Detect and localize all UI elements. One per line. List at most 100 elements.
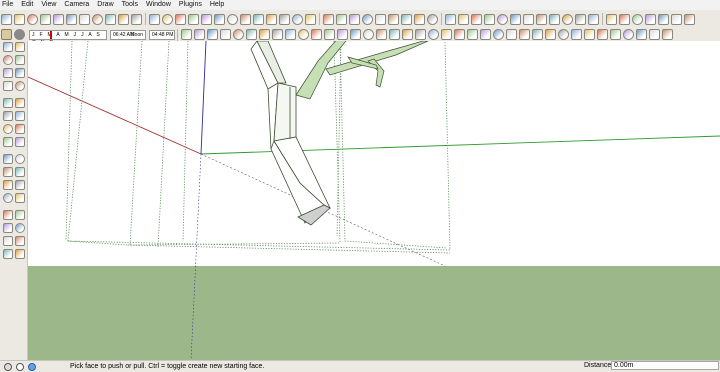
top-view-icon[interactable] [253,13,264,25]
shaded-icon[interactable] [362,13,373,25]
smoove-icon[interactable] [632,13,643,25]
3d-text-icon[interactable] [14,180,25,190]
dimension-icon[interactable] [402,29,413,40]
styles-icon[interactable] [1,29,12,40]
month-slider[interactable]: J F M A M J J A S O N D [29,29,107,46]
menu-view[interactable]: View [37,0,60,10]
dimension-icon[interactable] [14,154,25,164]
redo-icon[interactable] [105,13,116,25]
stamp-icon[interactable] [645,13,656,25]
look-icon[interactable] [545,29,556,40]
measurements-box[interactable]: 0.00m [611,361,719,370]
zoom-icon[interactable] [2,210,13,220]
rectangle-icon[interactable] [2,68,13,78]
follow-me-icon[interactable] [14,124,25,134]
eraser-icon[interactable] [220,29,231,40]
tape-icon[interactable] [2,154,13,164]
share-model-icon[interactable] [562,13,573,25]
sandbox-scratch-icon[interactable] [619,13,630,25]
protractor-icon[interactable] [2,167,13,177]
iso-view-icon[interactable] [240,13,251,25]
select-icon[interactable] [2,42,13,52]
paint-icon[interactable] [207,29,218,40]
menu-help[interactable]: Help [206,0,228,10]
position-camera-icon[interactable] [497,13,508,25]
next-view-icon[interactable] [227,13,238,25]
arc-icon[interactable] [272,29,283,40]
orbit-icon[interactable] [2,193,13,203]
share-component-icon[interactable] [575,13,586,25]
previous-view-icon[interactable] [214,13,225,25]
polygon-icon[interactable] [2,98,13,108]
help-icon[interactable] [28,362,36,371]
scale-icon[interactable] [363,29,374,40]
fog-icon[interactable] [458,13,469,25]
protractor-icon[interactable] [415,29,426,40]
layout-icon[interactable] [584,29,595,40]
make-component-icon[interactable] [14,42,25,52]
menu-edit[interactable]: Edit [17,0,37,10]
walk-icon[interactable] [471,13,482,25]
menu-file[interactable]: File [0,0,17,10]
tape-icon[interactable] [389,29,400,40]
copy-icon[interactable] [53,13,64,25]
menu-window[interactable]: Window [142,0,175,10]
geo-location-icon[interactable] [4,362,12,371]
menu-camera[interactable]: Camera [60,0,93,10]
preview-earth-icon[interactable] [588,13,599,25]
shaded-texture-icon[interactable] [375,13,386,25]
previous-icon[interactable] [14,223,25,233]
add-location-icon[interactable] [510,13,521,25]
credits-icon[interactable] [16,362,24,371]
wireframe-icon[interactable] [336,13,347,25]
make-component-icon[interactable] [194,29,205,40]
paste-icon[interactable] [66,13,77,25]
back-view-icon[interactable] [292,13,303,25]
flip-edge-icon[interactable] [684,13,695,25]
text-icon[interactable] [14,167,25,177]
model-info-icon[interactable] [131,13,142,25]
toggle-terrain-icon[interactable] [523,13,534,25]
axes-icon[interactable] [2,180,13,190]
move-icon[interactable] [2,111,13,121]
style-builder-icon[interactable] [571,29,582,40]
section-display-icon[interactable] [414,13,425,25]
zoom-extents2-icon[interactable] [506,29,517,40]
freehand-icon[interactable] [298,29,309,40]
pan-icon[interactable] [14,193,25,203]
pan2-icon[interactable] [480,29,491,40]
3d-text-icon[interactable] [454,29,465,40]
time-end-field[interactable]: 04:48 PM [149,29,175,40]
erase-icon[interactable] [79,13,90,25]
select-icon[interactable] [181,29,192,40]
section-plane-icon[interactable] [401,13,412,25]
drape-icon[interactable] [658,13,669,25]
rotate-icon[interactable] [337,29,348,40]
walk2-icon[interactable] [532,29,543,40]
zoom-extents-icon[interactable] [2,223,13,233]
look-around-icon[interactable] [484,13,495,25]
save-icon[interactable] [27,13,38,25]
text-icon[interactable] [428,29,439,40]
circle-icon[interactable] [259,29,270,40]
offset-icon[interactable] [14,137,25,147]
component-options-icon[interactable] [623,29,634,40]
rectangle-icon[interactable] [233,29,244,40]
zoom2-icon[interactable] [493,29,504,40]
line-icon[interactable] [246,29,257,40]
shadows-toggle-icon[interactable] [14,29,25,40]
paint-icon[interactable] [2,55,13,65]
solid-subtract-icon[interactable] [662,29,673,40]
polygon-icon[interactable] [285,29,296,40]
follow-me-icon[interactable] [350,29,361,40]
scene-canvas[interactable] [28,41,720,360]
component-attributes-icon[interactable] [636,29,647,40]
freehand-icon[interactable] [14,98,25,108]
orbit-icon[interactable] [149,13,160,25]
new-icon[interactable] [1,13,12,25]
hidden-line-icon[interactable] [349,13,360,25]
send-layout-icon[interactable] [597,29,608,40]
add-detail-icon[interactable] [671,13,682,25]
left-view-icon[interactable] [305,13,316,25]
undo-icon[interactable] [92,13,103,25]
